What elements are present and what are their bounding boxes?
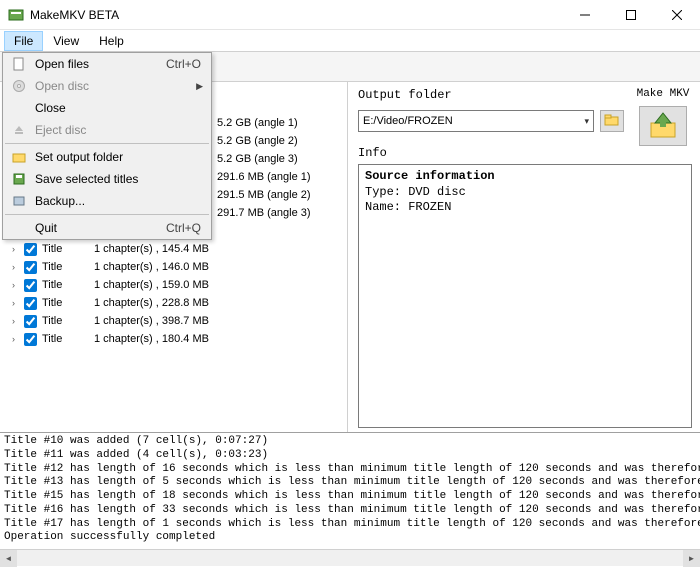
title-checkbox[interactable] bbox=[24, 333, 37, 346]
expand-arrow-icon[interactable]: › bbox=[12, 262, 22, 272]
menu-quit[interactable]: Quit Ctrl+Q bbox=[3, 217, 211, 239]
horizontal-scrollbar[interactable]: ◄ ► bbox=[0, 549, 700, 566]
info-section-label: Info bbox=[358, 146, 692, 160]
title-name: Title bbox=[42, 243, 94, 255]
menu-file[interactable]: File bbox=[4, 31, 43, 51]
disc-icon bbox=[9, 78, 29, 94]
menu-backup[interactable]: Backup... bbox=[3, 190, 211, 212]
expand-arrow-icon[interactable]: › bbox=[12, 298, 22, 308]
folder-icon bbox=[9, 149, 29, 165]
chevron-down-icon: ▾ bbox=[584, 116, 589, 127]
scroll-left-button[interactable]: ◄ bbox=[0, 550, 17, 567]
menu-open-disc[interactable]: Open disc ▶ bbox=[3, 75, 211, 97]
make-mkv-button[interactable] bbox=[639, 106, 687, 146]
menu-open-files[interactable]: Open files Ctrl+O bbox=[3, 53, 211, 75]
title-info: 1 chapter(s) , 180.4 MB bbox=[94, 333, 209, 345]
title-info: 1 chapter(s) , 228.8 MB bbox=[94, 297, 209, 309]
title-info: 1 chapter(s) , 159.0 MB bbox=[94, 279, 209, 291]
menu-set-output-folder[interactable]: Set output folder bbox=[3, 146, 211, 168]
menu-separator bbox=[5, 214, 209, 215]
title-checkbox[interactable] bbox=[24, 297, 37, 310]
title-name: Title bbox=[42, 315, 94, 327]
title-row[interactable]: › Title1 chapter(s) , 159.0 MB bbox=[2, 276, 345, 294]
info-name-line: Name: FROZEN bbox=[365, 200, 685, 216]
right-panel: Output folder E:/Video/FROZEN ▾ Make MKV bbox=[348, 82, 700, 432]
minimize-button[interactable] bbox=[562, 0, 608, 29]
log-line: Title #12 has length of 16 seconds which… bbox=[4, 463, 696, 477]
output-folder-label: Output folder bbox=[358, 88, 624, 102]
make-mkv-icon bbox=[647, 111, 679, 142]
title-info: 5.2 GB (angle 1) bbox=[217, 117, 298, 129]
title-info: 1 chapter(s) , 145.4 MB bbox=[94, 243, 209, 255]
output-folder-combo[interactable]: E:/Video/FROZEN ▾ bbox=[358, 110, 594, 132]
window-title: MakeMKV BETA bbox=[30, 8, 562, 22]
close-icon bbox=[672, 10, 682, 20]
log-line: Title #16 has length of 33 seconds which… bbox=[4, 504, 696, 518]
title-info: 5.2 GB (angle 2) bbox=[217, 135, 298, 147]
expand-arrow-icon[interactable]: › bbox=[12, 280, 22, 290]
menu-view[interactable]: View bbox=[43, 31, 89, 51]
expand-arrow-icon[interactable]: › bbox=[12, 316, 22, 326]
scroll-right-button[interactable]: ► bbox=[683, 550, 700, 567]
eject-icon bbox=[9, 122, 29, 138]
folder-open-icon bbox=[604, 113, 620, 130]
menu-separator bbox=[5, 143, 209, 144]
info-box[interactable]: Source information Type: DVD disc Name: … bbox=[358, 164, 692, 428]
menu-eject-disc[interactable]: Eject disc bbox=[3, 119, 211, 141]
title-checkbox[interactable] bbox=[24, 261, 37, 274]
info-type: Type: DVD disc bbox=[365, 185, 685, 201]
log-line: Title #13 has length of 5 seconds which … bbox=[4, 476, 696, 490]
maximize-icon bbox=[626, 10, 636, 20]
window-controls bbox=[562, 0, 700, 29]
close-button[interactable] bbox=[654, 0, 700, 29]
log-line: Title #15 has length of 18 seconds which… bbox=[4, 490, 696, 504]
title-row[interactable]: › Title1 chapter(s) , 398.7 MB bbox=[2, 312, 345, 330]
app-icon bbox=[8, 7, 24, 23]
title-info: 1 chapter(s) , 398.7 MB bbox=[94, 315, 209, 327]
title-info: 5.2 GB (angle 3) bbox=[217, 153, 298, 165]
backup-icon bbox=[9, 193, 29, 209]
submenu-arrow-icon: ▶ bbox=[196, 81, 205, 92]
title-checkbox[interactable] bbox=[24, 315, 37, 328]
title-name: Title bbox=[42, 297, 94, 309]
file-menu-dropdown: Open files Ctrl+O Open disc ▶ Close Ejec… bbox=[2, 52, 212, 240]
output-folder-path: E:/Video/FROZEN bbox=[363, 115, 453, 127]
title-checkbox[interactable] bbox=[24, 243, 37, 256]
title-info: 291.5 MB (angle 2) bbox=[217, 189, 311, 201]
log-line: Operation successfully completed bbox=[4, 531, 696, 545]
menu-bar: File View Help bbox=[0, 30, 700, 52]
log-line: Title #11 was added (4 cell(s), 0:03:23) bbox=[4, 449, 696, 463]
make-mkv-label: Make MKV bbox=[634, 88, 692, 100]
title-info: 291.6 MB (angle 1) bbox=[217, 171, 311, 183]
log-line: Title #17 has length of 1 seconds which … bbox=[4, 518, 696, 532]
browse-folder-button[interactable] bbox=[600, 110, 624, 132]
title-row[interactable]: › Title1 chapter(s) , 146.0 MB bbox=[2, 258, 345, 276]
title-name: Title bbox=[42, 333, 94, 345]
title-bar: MakeMKV BETA bbox=[0, 0, 700, 30]
document-icon bbox=[9, 56, 29, 72]
title-row[interactable]: › Title1 chapter(s) , 145.4 MB bbox=[2, 240, 345, 258]
title-row[interactable]: › Title1 chapter(s) , 180.4 MB bbox=[2, 330, 345, 348]
expand-arrow-icon[interactable]: › bbox=[12, 334, 22, 344]
title-name: Title bbox=[42, 279, 94, 291]
minimize-icon bbox=[580, 10, 590, 20]
save-icon bbox=[9, 171, 29, 187]
title-row[interactable]: › Title1 chapter(s) , 228.8 MB bbox=[2, 294, 345, 312]
log-panel[interactable]: Title #10 was added (7 cell(s), 0:07:27)… bbox=[0, 432, 700, 549]
menu-close[interactable]: Close bbox=[3, 97, 211, 119]
title-info: 291.7 MB (angle 3) bbox=[217, 207, 311, 219]
title-info: 1 chapter(s) , 146.0 MB bbox=[94, 261, 209, 273]
title-name: Title bbox=[42, 261, 94, 273]
menu-help[interactable]: Help bbox=[89, 31, 134, 51]
info-header: Source information bbox=[365, 169, 685, 185]
menu-save-selected-titles[interactable]: Save selected titles bbox=[3, 168, 211, 190]
maximize-button[interactable] bbox=[608, 0, 654, 29]
title-checkbox[interactable] bbox=[24, 279, 37, 292]
log-line: Title #10 was added (7 cell(s), 0:07:27) bbox=[4, 435, 696, 449]
expand-arrow-icon[interactable]: › bbox=[12, 244, 22, 254]
